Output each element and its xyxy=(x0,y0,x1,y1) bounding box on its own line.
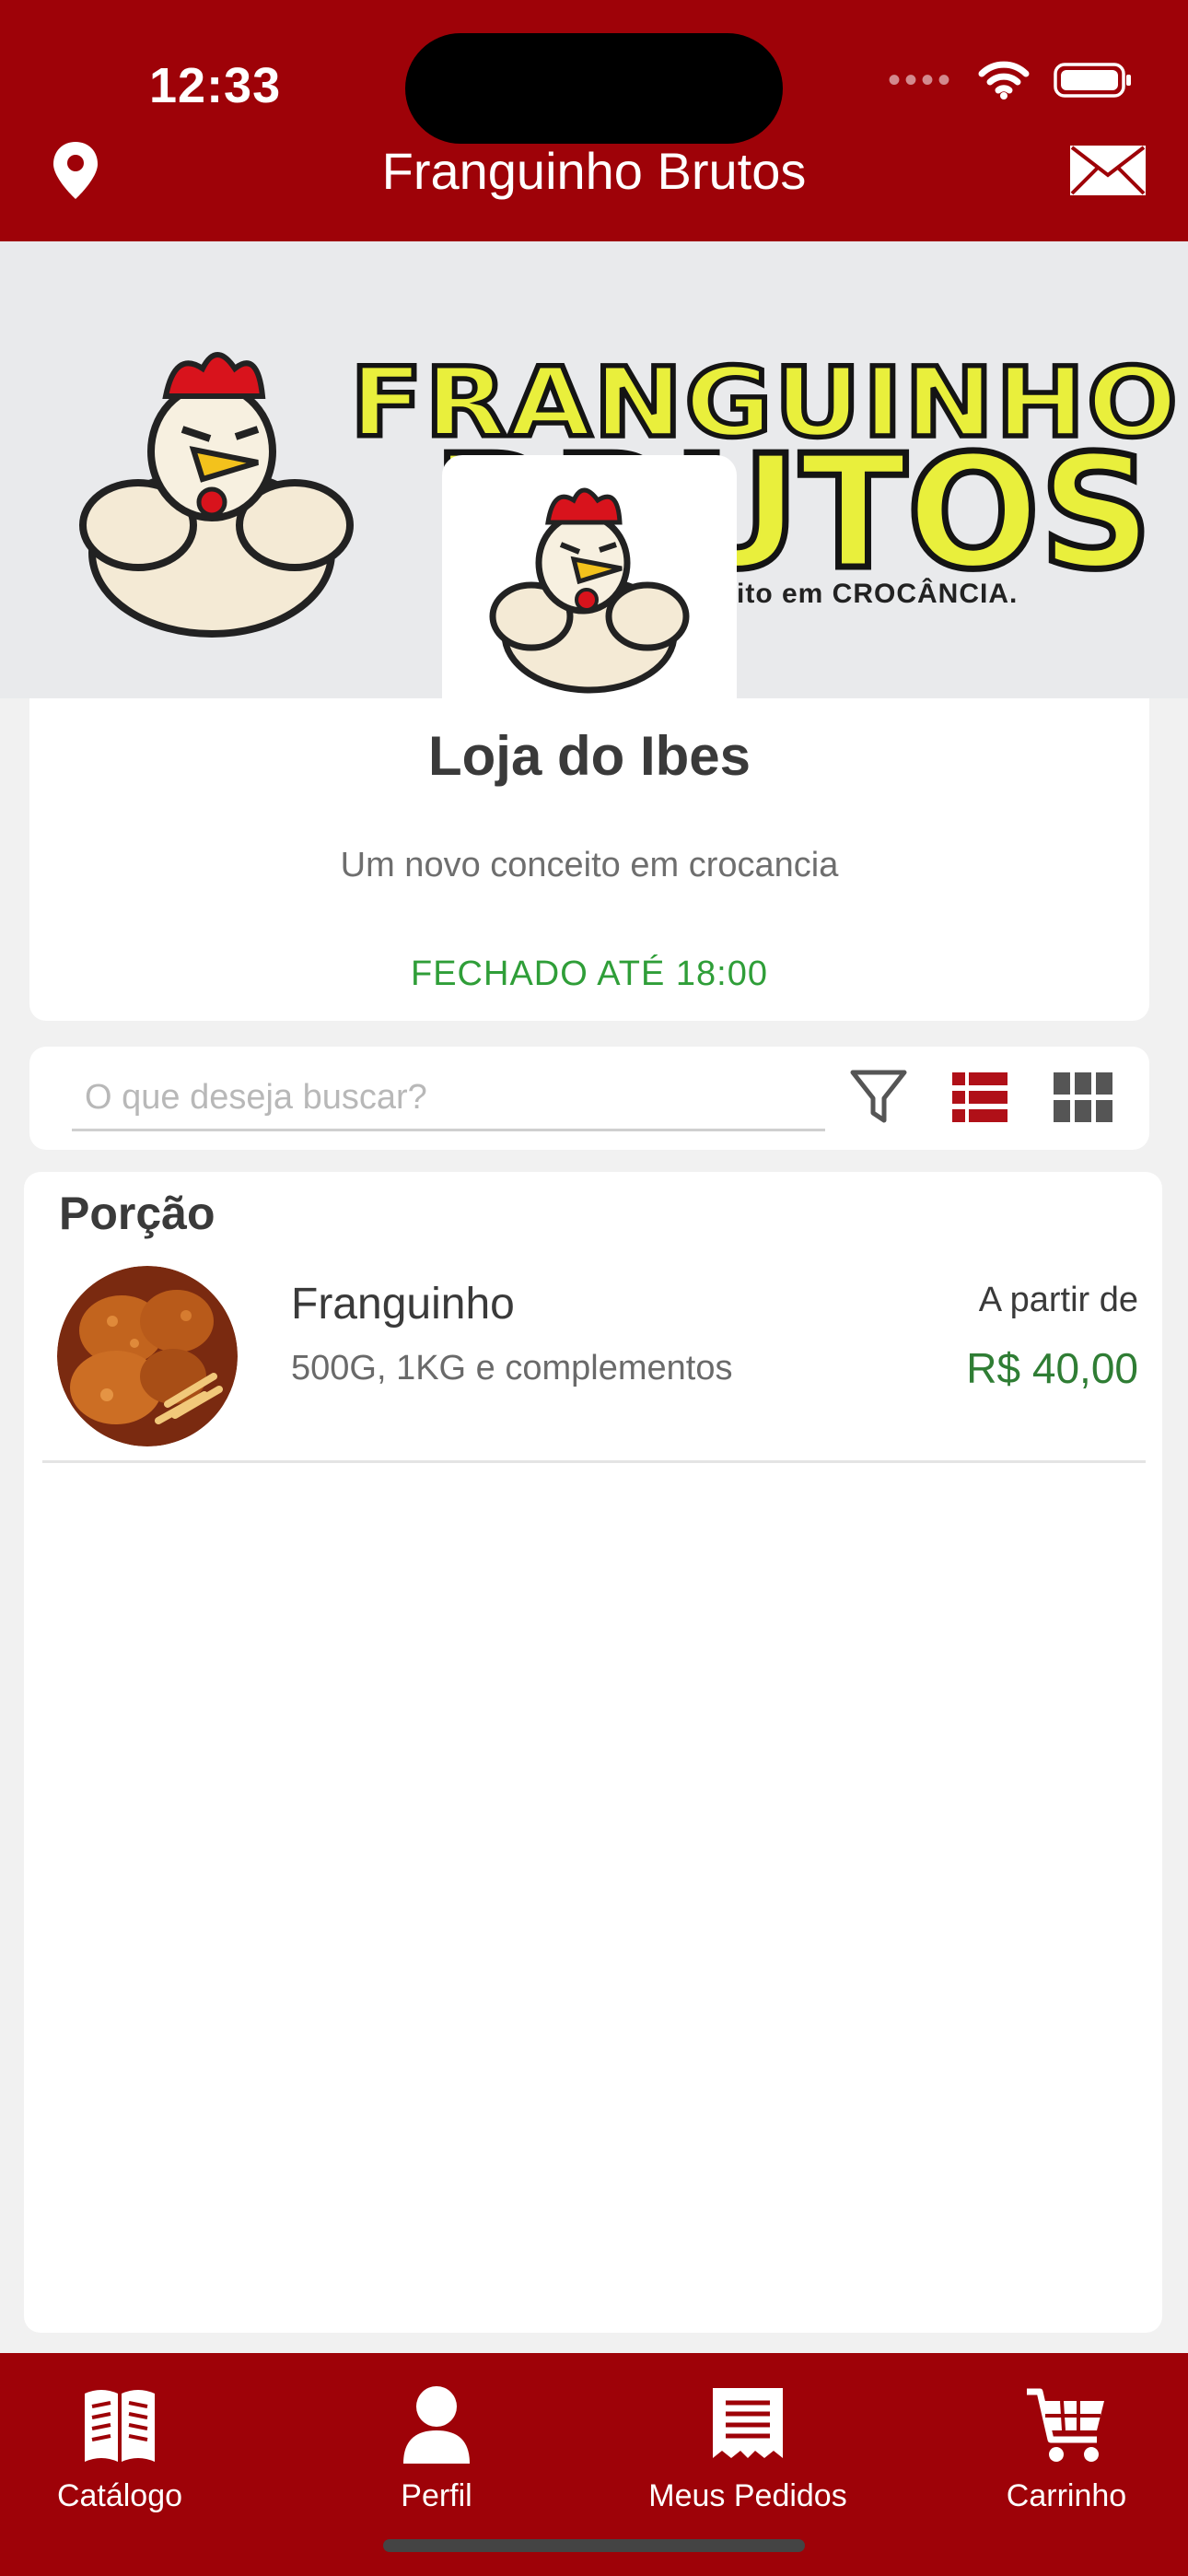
product-price-prefix: A partir de xyxy=(978,1281,1138,1319)
nav-label-perfil: Perfil xyxy=(401,2478,472,2513)
catalog-book-icon xyxy=(85,2390,155,2462)
page-title: Franguinho Brutos xyxy=(381,142,807,200)
home-indicator[interactable] xyxy=(383,2539,805,2552)
grid-view-icon[interactable] xyxy=(1054,1072,1112,1127)
product-name: Franguinho xyxy=(291,1280,515,1329)
store-info-card: Loja do Ibes Um novo conceito em crocanc… xyxy=(29,698,1149,1021)
nav-label-meus-pedidos: Meus Pedidos xyxy=(648,2478,847,2513)
nav-label-carrinho: Carrinho xyxy=(1006,2478,1127,2513)
product-price: R$ 40,00 xyxy=(966,1344,1138,1392)
nav-item-perfil[interactable]: Perfil xyxy=(298,2384,575,2514)
store-name: Loja do Ibes xyxy=(427,725,751,787)
store-description: Um novo conceito em crocancia xyxy=(340,846,839,884)
wifi-icon xyxy=(978,61,1030,100)
user-icon xyxy=(403,2386,470,2464)
nav-label-catalogo: Catálogo xyxy=(56,2478,183,2513)
signal-dots-icon: •••• xyxy=(887,60,954,100)
nav-item-carrinho[interactable]: Carrinho xyxy=(928,2384,1188,2514)
category-title: Porção xyxy=(59,1188,215,1239)
product-list-item[interactable]: Franguinho 500G, 1KG e complementos A pa… xyxy=(42,1253,1146,1463)
store-banner: FRANGUINHO BRUTOS ito em CROCÂNCIA. xyxy=(0,241,1188,698)
chicken-mascot-icon xyxy=(489,487,690,694)
catalog-section: Porção Franguinho 500G, 1KG e complement… xyxy=(24,1172,1162,2333)
battery-icon xyxy=(1054,63,1131,98)
nav-item-meus-pedidos[interactable]: Meus Pedidos xyxy=(610,2384,886,2514)
receipt-icon xyxy=(713,2388,783,2458)
status-bar-time: 12:33 xyxy=(149,58,282,113)
store-open-status: FECHADO ATÉ 18:00 xyxy=(411,954,768,993)
dynamic-island xyxy=(405,33,783,144)
mail-icon[interactable] xyxy=(1068,144,1147,202)
search-bar xyxy=(29,1047,1149,1150)
status-bar-indicators: •••• xyxy=(888,61,1133,100)
nav-item-catalogo[interactable]: Catálogo xyxy=(0,2384,258,2514)
search-input[interactable] xyxy=(72,1067,825,1131)
cart-icon xyxy=(1027,2388,1104,2462)
filter-icon[interactable] xyxy=(849,1067,908,1132)
store-logo xyxy=(442,455,737,698)
product-image xyxy=(57,1266,238,1446)
product-description: 500G, 1KG e complementos xyxy=(291,1349,733,1388)
banner-tagline: ito em CROCÂNCIA. xyxy=(737,579,1019,609)
app-header: 12:33 •••• Franguinho Brutos xyxy=(0,0,1188,241)
list-view-icon[interactable] xyxy=(952,1072,1007,1127)
